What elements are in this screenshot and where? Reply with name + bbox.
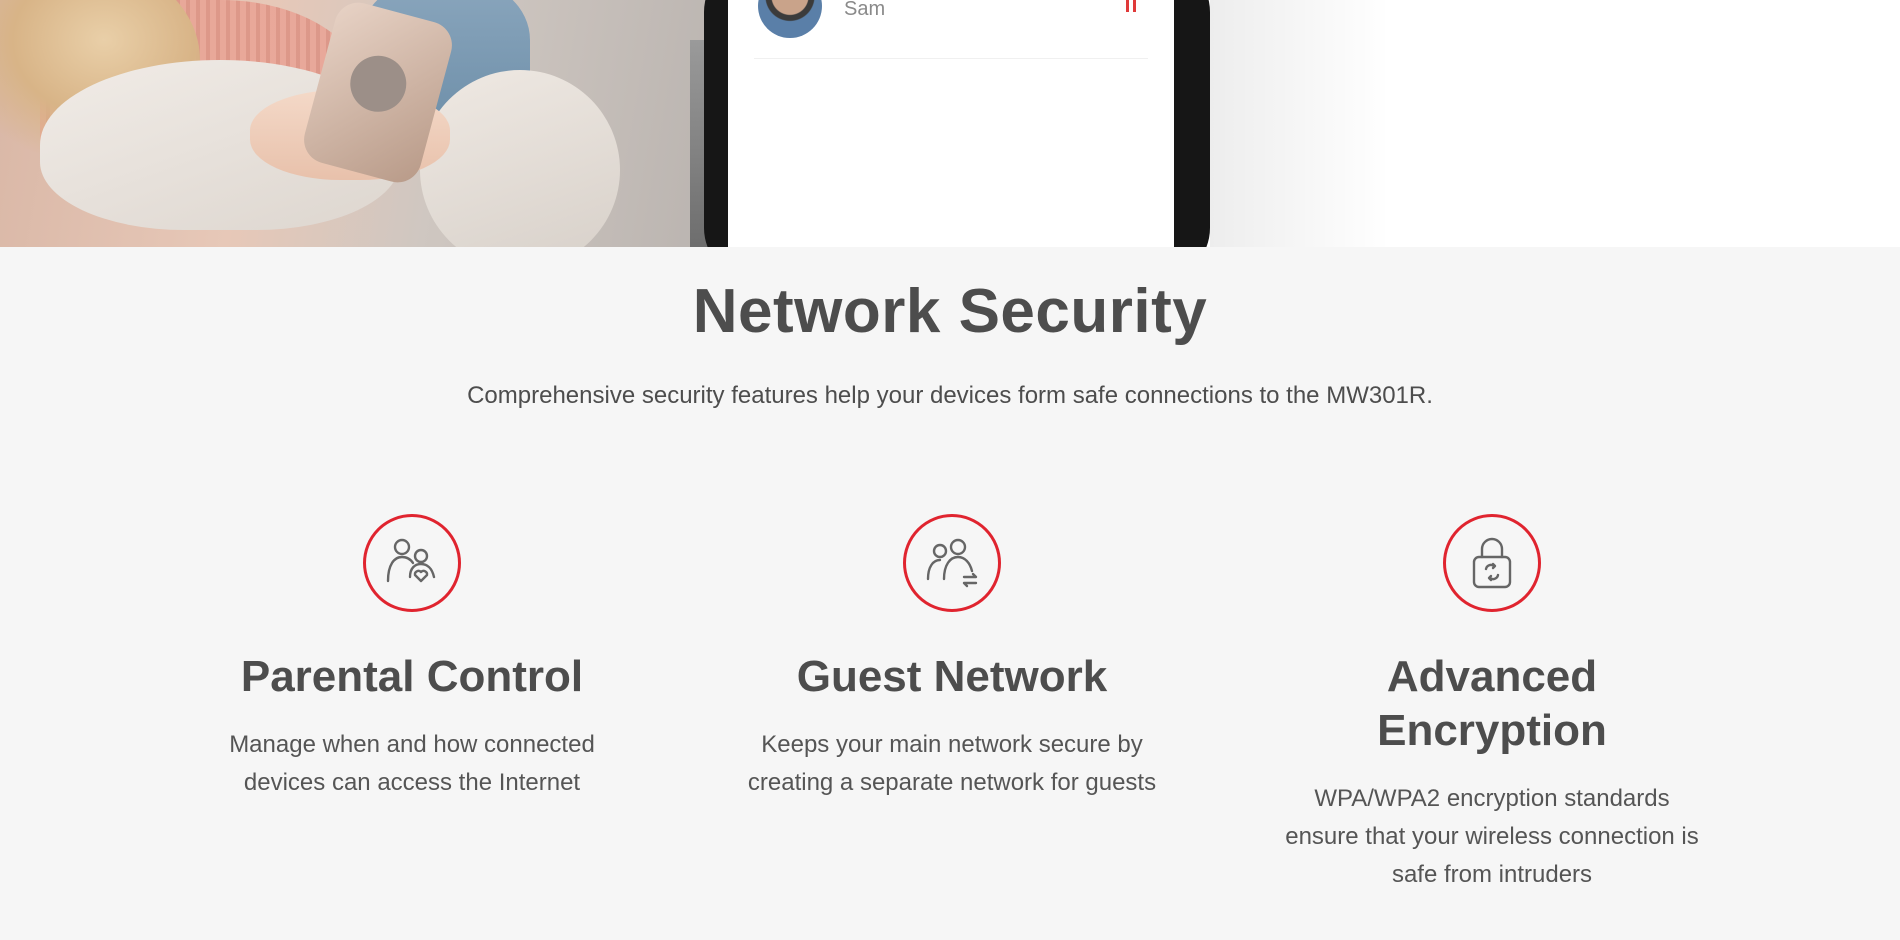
hero-banner: Sam [0, 0, 1900, 247]
hero-photo-child-with-phone [0, 0, 728, 247]
feature-description: Manage when and how connected devices ca… [229, 731, 595, 796]
feature-description: WPA/WPA2 encryption standards ensure tha… [1285, 785, 1699, 888]
encryption-lock-icon [1443, 514, 1541, 612]
pause-icon[interactable] [1124, 0, 1138, 14]
feature-title: Advanced Encryption [1377, 652, 1607, 755]
feature-guest-network: Guest Network Keeps your main network se… [732, 514, 1172, 802]
feature-description: Keeps your main network secure by creati… [747, 731, 1157, 796]
feature-parental-control: Parental Control Manage when and how con… [192, 514, 632, 802]
feature-advanced-encryption: Advanced Encryption WPA/WPA2 encryption … [1272, 514, 1712, 894]
section-subtitle: Comprehensive security features help you… [467, 382, 1433, 409]
guest-network-icon [903, 514, 1001, 612]
feature-title: Parental Control [240, 652, 584, 701]
feature-title: Guest Network [796, 652, 1108, 701]
contact-name: Sam [844, 0, 886, 20]
divider [754, 58, 1148, 59]
parental-control-icon [363, 514, 461, 612]
section-title: Network Security [692, 277, 1208, 346]
